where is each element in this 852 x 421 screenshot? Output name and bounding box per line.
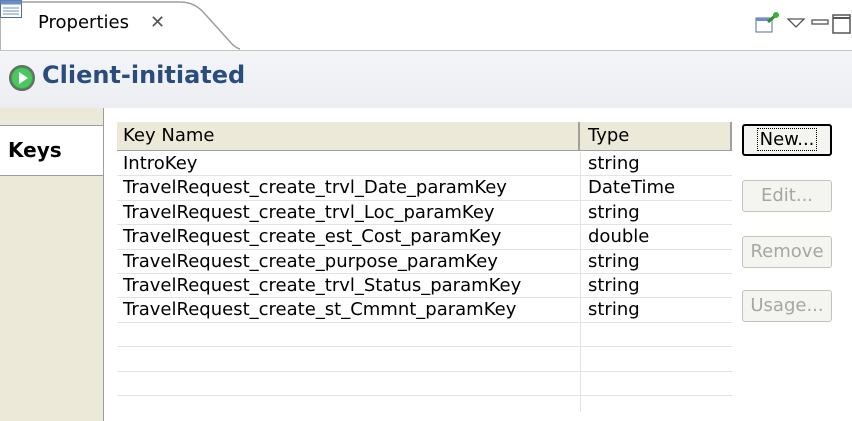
maximize-icon[interactable]	[828, 10, 852, 38]
table-row[interactable]: TravelRequest_create_st_Cmmnt_paramKey s…	[117, 298, 732, 323]
table-row[interactable]: TravelRequest_create_trvl_Loc_paramKey s…	[117, 201, 732, 226]
properties-icon	[0, 0, 22, 18]
table-row[interactable]: TravelRequest_create_trvl_Status_paramKe…	[117, 274, 732, 299]
close-icon[interactable]: ✕	[150, 12, 165, 33]
table-row[interactable]: TravelRequest_create_purpose_paramKey st…	[117, 250, 732, 274]
tab-label: Properties	[38, 12, 129, 33]
properties-tab[interactable]: Properties ✕	[0, 0, 240, 50]
type-cell: string	[588, 250, 640, 272]
new-button-label: New...	[756, 128, 818, 151]
table-row[interactable]	[117, 347, 732, 372]
key-name-cell: TravelRequest_create_trvl_Loc_paramKey	[123, 201, 495, 223]
table-row[interactable]: IntroKey string	[117, 152, 732, 177]
key-name-cell: TravelRequest_create_st_Cmmnt_paramKey	[123, 299, 517, 321]
table-row[interactable]: TravelRequest_create_est_Cost_paramKey d…	[117, 225, 732, 250]
table-header: Key Name Type	[117, 122, 732, 151]
key-name-cell: TravelRequest_create_trvl_Date_paramKey	[123, 177, 507, 199]
column-header-key-name[interactable]: Key Name	[117, 122, 580, 150]
table-row[interactable]	[117, 372, 732, 396]
keys-table[interactable]: Key Name Type IntroKey string TravelRequ…	[117, 122, 732, 412]
key-name-cell: TravelRequest_create_trvl_Status_paramKe…	[123, 274, 522, 296]
type-cell: DateTime	[588, 177, 676, 199]
usage-button[interactable]: Usage...	[742, 290, 832, 322]
section-title: Client-initiated	[42, 61, 246, 89]
key-name-cell: TravelRequest_create_est_Cost_paramKey	[123, 226, 502, 248]
green-play-icon	[9, 65, 35, 91]
tab-keys-label: Keys	[8, 138, 62, 162]
remove-button[interactable]: Remove	[742, 236, 832, 268]
new-button[interactable]: New...	[742, 124, 832, 156]
type-cell: string	[588, 201, 640, 223]
table-body: IntroKey string TravelRequest_create_trv…	[117, 152, 732, 396]
key-name-cell: IntroKey	[123, 153, 198, 174]
view-tab-bar: Properties ✕	[0, 0, 852, 51]
table-row[interactable]	[117, 323, 732, 348]
edit-button[interactable]: Edit...	[742, 180, 832, 212]
type-cell: string	[588, 153, 640, 174]
type-cell: string	[588, 274, 640, 296]
key-name-cell: TravelRequest_create_purpose_paramKey	[123, 250, 498, 272]
type-cell: string	[588, 299, 640, 321]
type-cell: double	[588, 226, 650, 248]
pin-editor-icon[interactable]	[752, 10, 780, 38]
table-row[interactable]: TravelRequest_create_trvl_Date_paramKey …	[117, 176, 732, 201]
column-header-type[interactable]: Type	[582, 122, 732, 150]
tab-keys[interactable]: Keys	[0, 125, 103, 176]
